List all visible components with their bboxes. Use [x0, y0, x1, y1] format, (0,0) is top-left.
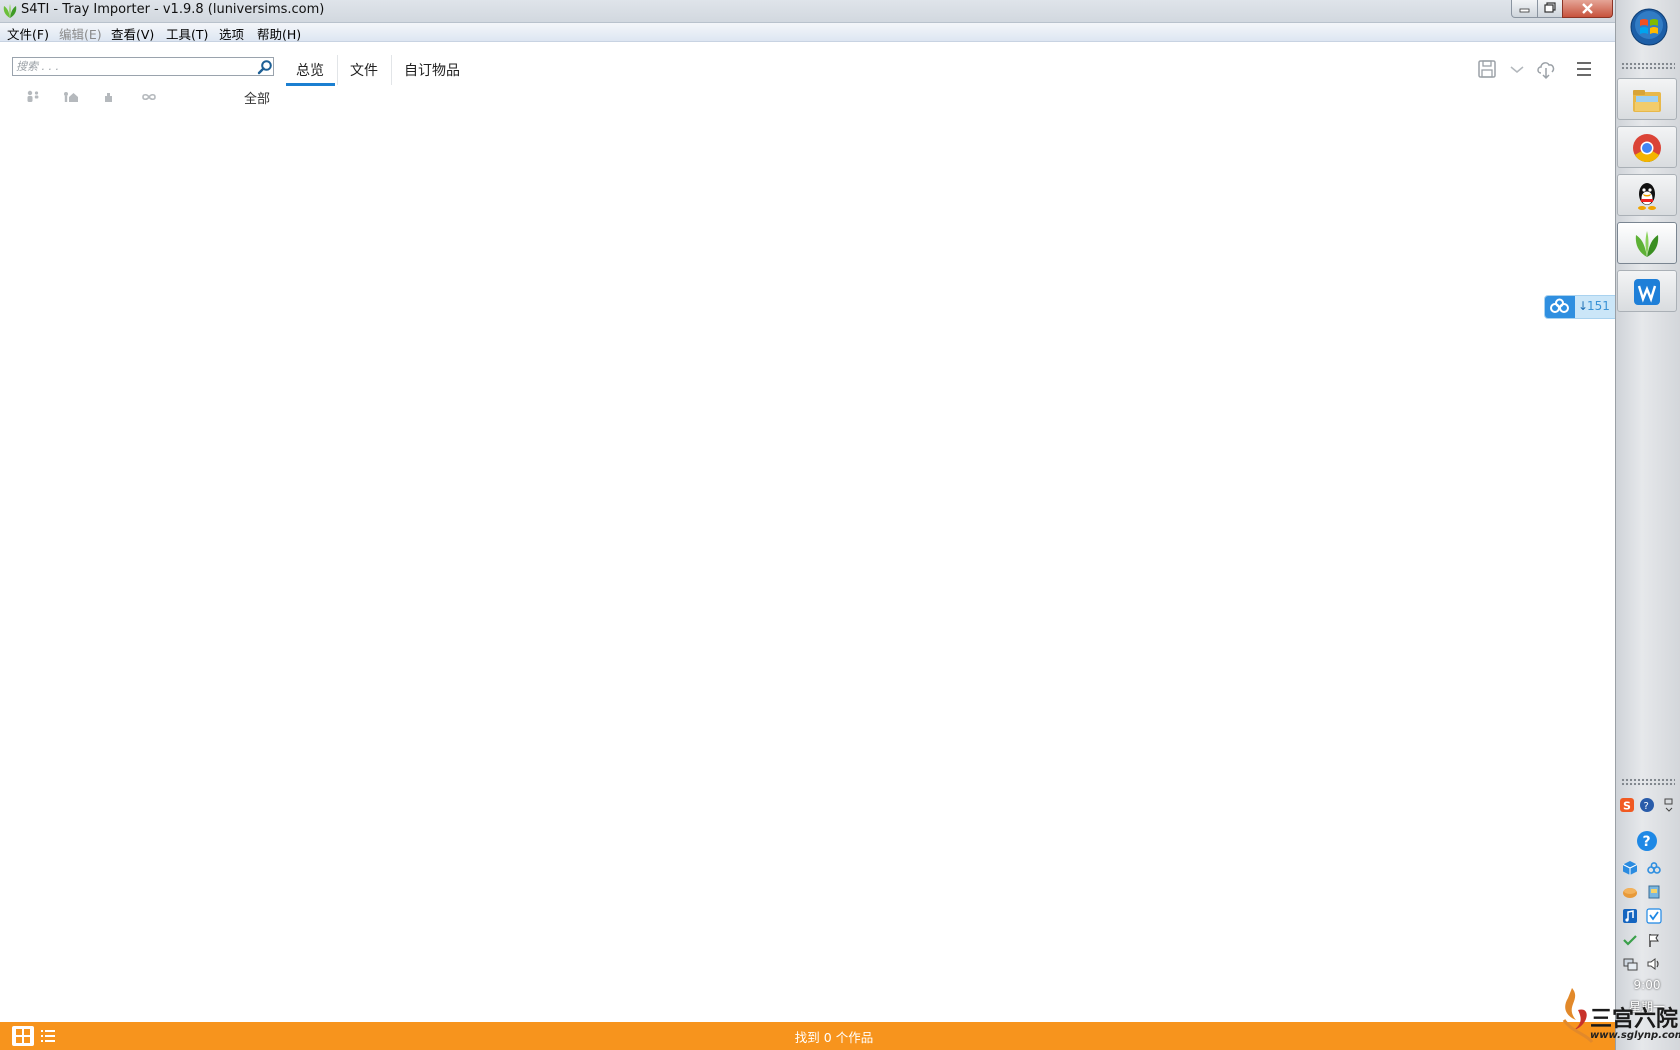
restore-icon: [1544, 2, 1556, 13]
cloud-download-icon[interactable]: [1535, 58, 1557, 80]
taskbar-grip[interactable]: [1621, 62, 1675, 70]
close-icon: [1582, 3, 1593, 14]
search-icon[interactable]: [257, 59, 273, 75]
start-orb-icon[interactable]: [1630, 8, 1668, 46]
file-explorer-icon: [1633, 90, 1661, 112]
tab-files[interactable]: 文件: [350, 60, 378, 80]
cloud-icon: [1545, 296, 1575, 318]
sims-filter-icon[interactable]: [24, 88, 42, 106]
cube-tray-icon[interactable]: [1622, 860, 1638, 876]
tab-divider: [337, 55, 338, 85]
taskbar-s4ti[interactable]: [1617, 222, 1677, 264]
qq-icon: [1638, 183, 1656, 210]
menu-view[interactable]: 查看(V): [111, 24, 154, 43]
taskbar-wps[interactable]: [1617, 270, 1677, 312]
wps-icon: [1634, 279, 1660, 305]
minimize-button[interactable]: [1511, 0, 1538, 18]
menu-tools[interactable]: 工具(T): [166, 24, 208, 43]
restore-button[interactable]: [1537, 0, 1563, 18]
status-bar: 找到 0 个作品: [0, 1022, 1615, 1050]
svg-text:?: ?: [1643, 834, 1651, 850]
rooms-filter-icon[interactable]: [100, 88, 118, 106]
taskbar-qq[interactable]: [1617, 174, 1677, 216]
hamburger-menu-icon[interactable]: [1573, 58, 1595, 80]
menu-edit[interactable]: 编辑(E): [59, 24, 102, 43]
network-drive-tray-icon[interactable]: [1646, 884, 1662, 900]
dropdown-chevron-icon[interactable]: [1506, 58, 1528, 80]
taskbar-chrome[interactable]: [1617, 126, 1677, 168]
baidu-cloud-tray-icon[interactable]: [1646, 860, 1662, 876]
baidu-download-widget[interactable]: ↓ 151: [1544, 295, 1616, 319]
tab-divider: [391, 55, 392, 85]
tab-overview[interactable]: 总览: [296, 60, 324, 80]
minimize-icon: [1519, 8, 1530, 13]
svg-text:S: S: [1623, 800, 1631, 813]
menu-options[interactable]: 选项: [219, 24, 244, 43]
volume-tray-icon[interactable]: [1646, 956, 1662, 972]
network-tray-icon[interactable]: [1622, 956, 1638, 972]
chrome-icon: [1633, 134, 1661, 162]
close-button[interactable]: [1562, 0, 1613, 18]
menu-file[interactable]: 文件(F): [7, 24, 49, 43]
filter-all-label[interactable]: 全部: [244, 88, 270, 107]
taskbar-tray-grip[interactable]: [1621, 778, 1675, 786]
check-tray-icon[interactable]: [1622, 932, 1638, 948]
s4ti-leaf-icon: [1635, 231, 1659, 257]
help-icon[interactable]: ?: [1636, 830, 1658, 852]
menu-help[interactable]: 帮助(H): [257, 24, 301, 43]
lots-filter-icon[interactable]: [62, 88, 80, 106]
watermark-url: www.sglynp.com: [1590, 1030, 1680, 1041]
svg-text:?: ?: [1644, 801, 1649, 812]
taskbar-file-explorer[interactable]: [1617, 78, 1677, 120]
tab-custom-content[interactable]: 自订物品: [404, 60, 460, 80]
download-count: 151: [1587, 299, 1610, 313]
search-input[interactable]: [16, 58, 246, 75]
ime-options-icon[interactable]: [1660, 797, 1676, 813]
ime-help-icon[interactable]: ?: [1639, 797, 1655, 813]
menu-bar: 文件(F) 编辑(E) 查看(V) 工具(T) 选项 帮助(H): [0, 23, 1615, 42]
action-center-flag-icon[interactable]: [1646, 932, 1662, 948]
sogou-input-icon[interactable]: S: [1619, 797, 1635, 813]
search-box[interactable]: [12, 57, 274, 76]
security-shield-tray-icon[interactable]: [1646, 908, 1662, 924]
active-tab-indicator: [286, 83, 335, 86]
save-icon[interactable]: [1476, 58, 1498, 80]
app-leaf-icon: [3, 4, 17, 18]
orange-tray-icon[interactable]: [1622, 884, 1638, 900]
window-title: S4TI - Tray Importer - v1.9.8 (luniversi…: [21, 2, 325, 17]
music-tray-icon[interactable]: [1622, 908, 1638, 924]
status-text: 找到 0 个作品: [794, 1030, 874, 1045]
svg-text:三宫六院: 三宫六院: [1590, 1006, 1678, 1032]
infinity-filter-icon[interactable]: [140, 88, 158, 106]
